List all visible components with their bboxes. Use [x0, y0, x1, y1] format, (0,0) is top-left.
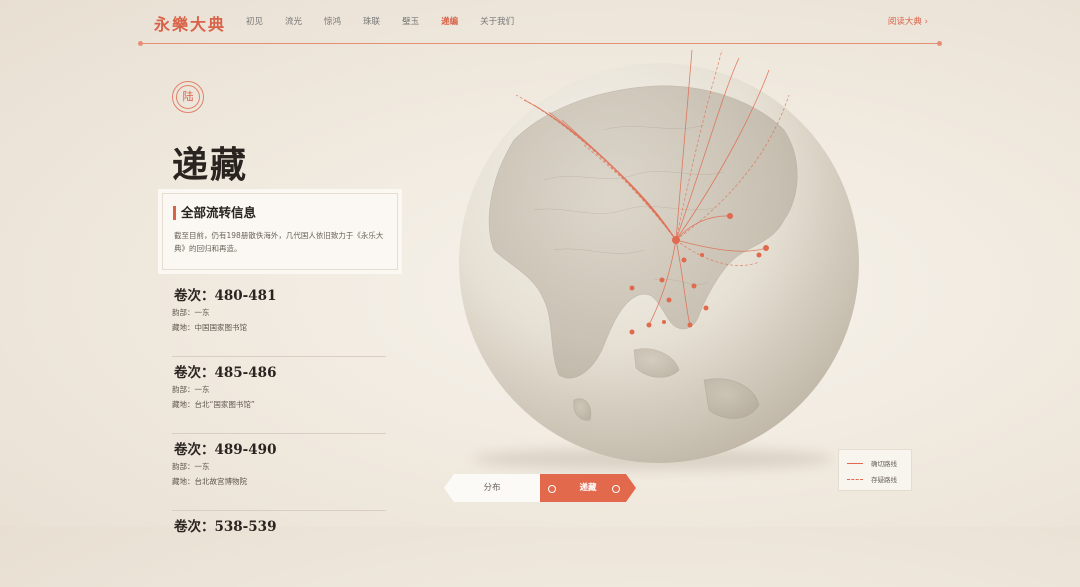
- info-description: 截至目前，仍有198册散佚海外，几代国人依旧致力于《永乐大典》的回归和再造。: [174, 231, 384, 253]
- volume-rhyme: 韵部：一东: [172, 308, 210, 317]
- volume-item[interactable]: 卷次：538-539: [172, 511, 386, 587]
- top-nav: 永樂大典 初见 流光 惊鸿 珠联 璧玉 递编 关于我们 阅读大典 ›: [140, 0, 940, 44]
- volume-list: 卷次：480-481 韵部：一东 藏地：中国国家图书馆 卷次：485-486 韵…: [172, 280, 386, 587]
- volume-item[interactable]: 卷次：480-481 韵部：一东 藏地：中国国家图书馆: [172, 280, 386, 357]
- seal-char: 陆: [176, 85, 200, 109]
- info-title: 全部流转信息: [173, 206, 256, 220]
- nav-item-zhulian[interactable]: 珠联: [363, 15, 380, 27]
- volume-title: 卷次：480-481: [174, 288, 277, 304]
- view-toggle: 分布 递藏: [444, 474, 636, 502]
- nav-item-jinghong[interactable]: 惊鸿: [324, 15, 341, 27]
- nav-item-biyu[interactable]: 璧玉: [402, 15, 419, 27]
- volume-title: 卷次：489-490: [174, 442, 277, 458]
- ornament-icon: [612, 485, 620, 493]
- nav-item-chujian[interactable]: 初见: [246, 15, 263, 27]
- all-transfer-info-card[interactable]: 全部流转信息 截至目前，仍有198册散佚海外，几代国人依旧致力于《永乐大典》的回…: [162, 193, 398, 270]
- solid-line-icon: [847, 462, 863, 464]
- read-dadian-link[interactable]: 阅读大典 ›: [888, 15, 928, 27]
- legend-solid: 确切路线: [847, 458, 897, 468]
- volume-location: 藏地：中国国家图书馆: [172, 323, 247, 332]
- nav-item-about[interactable]: 关于我们: [480, 15, 514, 27]
- toggle-distribution-button[interactable]: 分布: [444, 474, 540, 502]
- globe-map[interactable]: [454, 49, 864, 470]
- globe-svg: [459, 49, 859, 463]
- toggle-transfer-label: 递藏: [579, 483, 597, 493]
- page-title: 递藏: [172, 144, 249, 186]
- volume-location: 藏地：台北“国家图书馆”: [172, 400, 255, 409]
- volume-rhyme: 韵部：一东: [172, 385, 210, 394]
- volume-title: 卷次：538-539: [174, 519, 277, 535]
- toggle-transfer-button[interactable]: 递藏: [540, 474, 636, 502]
- volume-rhyme: 韵部：一东: [172, 462, 210, 471]
- legend-dashed: 存疑路线: [847, 474, 897, 484]
- nav-item-dibian[interactable]: 递编: [441, 15, 458, 27]
- legend-solid-label: 确切路线: [871, 460, 897, 468]
- nav-menu: 初见 流光 惊鸿 珠联 璧玉 递编 关于我们: [246, 15, 536, 27]
- site-logo[interactable]: 永樂大典: [154, 11, 226, 35]
- legend-dashed-label: 存疑路线: [871, 476, 897, 484]
- volume-title: 卷次：485-486: [174, 365, 277, 381]
- volume-location: 藏地：台北故宫博物院: [172, 477, 247, 486]
- route-legend: 确切路线 存疑路线: [838, 449, 912, 491]
- dashed-line-icon: [847, 478, 863, 480]
- nav-item-liuguang[interactable]: 流光: [285, 15, 302, 27]
- volume-item[interactable]: 卷次：489-490 韵部：一东 藏地：台北故宫博物院: [172, 434, 386, 511]
- chapter-seal: 陆: [172, 81, 204, 113]
- ornament-icon: [548, 485, 556, 493]
- volume-item[interactable]: 卷次：485-486 韵部：一东 藏地：台北“国家图书馆”: [172, 357, 386, 434]
- nav-divider: [138, 41, 942, 46]
